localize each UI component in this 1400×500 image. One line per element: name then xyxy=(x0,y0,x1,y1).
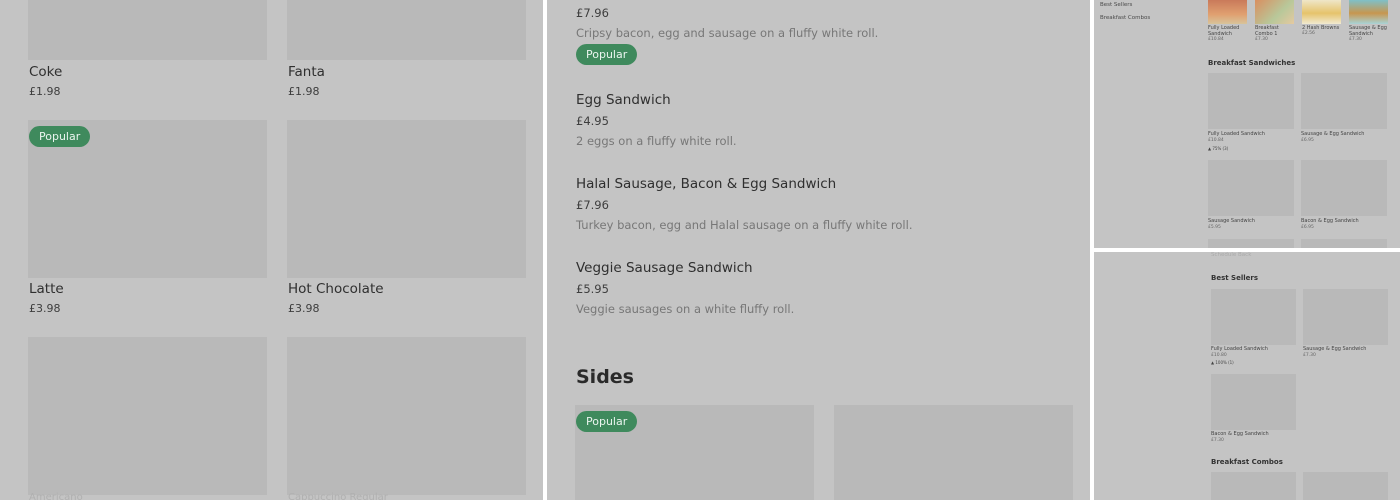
menu-item-name[interactable]: Fully Loaded Sandwich xyxy=(1208,131,1265,137)
menu-item-image[interactable] xyxy=(287,0,526,60)
menu-item-image[interactable] xyxy=(1303,289,1388,345)
menu-item-image[interactable] xyxy=(28,0,267,60)
menu-item-price: £7.30 xyxy=(1349,37,1362,42)
menu-item-name[interactable]: Fully Loaded Sandwich xyxy=(1211,346,1268,352)
menu-item-image[interactable] xyxy=(287,120,526,278)
menu-item-image[interactable] xyxy=(1208,160,1294,216)
menu-item-price: £5.95 xyxy=(576,282,609,296)
section-heading-best-sellers: Best Sellers xyxy=(1211,274,1258,282)
menu-item-image[interactable] xyxy=(1301,239,1387,248)
menu-item-image[interactable] xyxy=(1302,0,1341,24)
menu-item-price: £7.30 xyxy=(1211,438,1224,443)
menu-item-price: £3.98 xyxy=(288,302,320,315)
menu-item-name[interactable]: Bacon & Egg Sandwich xyxy=(1301,218,1359,224)
menu-item-price: £7.30 xyxy=(1255,37,1268,42)
section-heading-breakfast-combos: Breakfast Combos xyxy=(1211,458,1283,466)
menu-item-price: £3.98 xyxy=(29,302,61,315)
menu-item-price: £7.30 xyxy=(1303,353,1316,358)
menu-item-image[interactable] xyxy=(287,337,526,495)
drinks-panel: Coke £1.98 Fanta £1.98 Popular Latte £3.… xyxy=(0,0,543,500)
popular-badge: Popular xyxy=(29,126,91,147)
category-nav-item[interactable]: Breakfast Combos xyxy=(1100,15,1150,21)
menu-item-price: £1.98 xyxy=(288,85,320,98)
menu-item-price: £4.95 xyxy=(576,114,609,128)
menu-item-name[interactable]: Coke xyxy=(29,64,62,80)
menu-item-price: £10.84 xyxy=(1208,138,1224,143)
menu-item-image[interactable] xyxy=(1303,472,1388,500)
section-heading: Breakfast Sandwiches xyxy=(1208,59,1296,67)
menu-item-name[interactable]: Latte xyxy=(29,281,64,297)
menu-item-name[interactable]: Sausage & Egg Sandwich xyxy=(1349,25,1387,37)
menu-item-price: £6.95 xyxy=(1301,138,1314,143)
menu-item-price: £10.84 xyxy=(1208,37,1224,42)
menu-item-name[interactable]: Fully Loaded Sandwich xyxy=(1208,25,1239,37)
breakfast-list-panel: £7.96 Cripsy bacon, egg and sausage on a… xyxy=(547,0,1090,500)
menu-item-image[interactable] xyxy=(834,405,1073,500)
menu-item-name[interactable]: Americano xyxy=(29,492,83,500)
menu-item-image[interactable] xyxy=(1211,472,1296,500)
menu-item-image[interactable] xyxy=(1208,239,1294,248)
menu-item-price: £7.96 xyxy=(576,198,609,212)
rating-value: 100% (1) xyxy=(1215,360,1234,365)
menu-item-price: £5.95 xyxy=(1208,225,1221,230)
menu-item-description: Cripsy bacon, egg and sausage on a fluff… xyxy=(576,26,879,40)
menu-item-price: £7.96 xyxy=(576,6,609,20)
menu-item-price: £2.56 xyxy=(1302,31,1315,36)
menu-item-description: Veggie sausages on a white fluffy roll. xyxy=(576,302,795,316)
menu-item-description: Turkey bacon, egg and Halal sausage on a… xyxy=(576,218,913,232)
menu-item-image[interactable] xyxy=(1208,0,1247,24)
popular-badge: Popular xyxy=(576,411,638,432)
menu-item-image[interactable] xyxy=(1211,374,1296,430)
menu-item-image[interactable] xyxy=(1255,0,1294,24)
menu-item-name[interactable]: Sausage & Egg Sandwich xyxy=(1301,131,1364,137)
menu-item-name[interactable]: Veggie Sausage Sandwich xyxy=(576,260,753,276)
menu-item-image[interactable] xyxy=(28,337,267,495)
menu-item-name[interactable]: Cappuccino Regular xyxy=(288,492,388,500)
menu-overview-panel: Best Sellers Breakfast Combos Fully Load… xyxy=(1094,0,1400,248)
section-heading-sides: Sides xyxy=(576,366,634,388)
menu-item-name[interactable]: Egg Sandwich xyxy=(576,92,671,108)
menu-item-name[interactable]: Fanta xyxy=(288,64,325,80)
menu-item-image[interactable] xyxy=(1208,73,1294,129)
menu-item-image[interactable] xyxy=(1301,160,1387,216)
menu-item-price: £10.80 xyxy=(1211,353,1227,358)
menu-item-image[interactable] xyxy=(1211,289,1296,345)
menu-item-name[interactable]: Hot Chocolate xyxy=(288,281,384,297)
menu-item-price: £1.98 xyxy=(29,85,61,98)
rating-badge: ▲ 75% (3) xyxy=(1208,146,1229,151)
rating-value: 75% (3) xyxy=(1212,146,1229,151)
faint-label: Schedule Back xyxy=(1211,252,1252,258)
menu-item-name[interactable]: Sausage Sandwich xyxy=(1208,218,1255,224)
menu-item-name[interactable]: Bacon & Egg Sandwich xyxy=(1211,431,1269,437)
menu-item-price: £6.95 xyxy=(1301,225,1314,230)
popular-badge: Popular xyxy=(576,44,638,65)
menu-item-image[interactable] xyxy=(1301,73,1387,129)
menu-item-name[interactable]: Breakfast Combo 1 xyxy=(1255,25,1279,37)
category-nav-item[interactable]: Best Sellers xyxy=(1100,2,1132,8)
menu-item-description: 2 eggs on a fluffy white roll. xyxy=(576,134,737,148)
menu-item-name[interactable]: Sausage & Egg Sandwich xyxy=(1303,346,1366,352)
menu-item-name[interactable]: Halal Sausage, Bacon & Egg Sandwich xyxy=(576,176,836,192)
rating-badge: ▲ 100% (1) xyxy=(1211,360,1234,365)
menu-item-image[interactable] xyxy=(1349,0,1388,24)
menu-overview-panel-2: Schedule Back Best Sellers Fully Loaded … xyxy=(1094,252,1400,500)
